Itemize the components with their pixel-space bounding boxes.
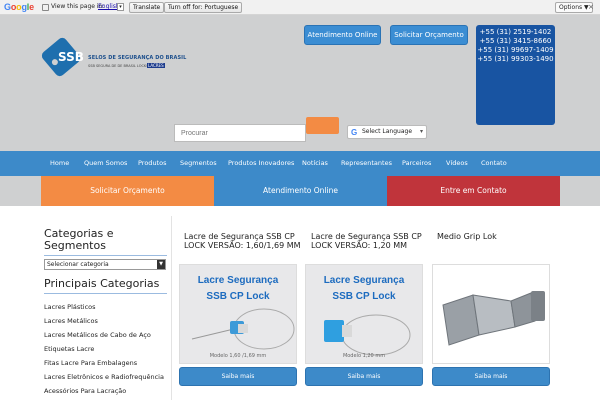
- nav-item-contato[interactable]: Contato: [481, 159, 507, 167]
- category-select-label: Selecionar categoria: [47, 261, 109, 268]
- cable-seal-illustration: [191, 308, 295, 350]
- list-item[interactable]: Acessórios Para Lacração: [44, 387, 167, 395]
- online-service-button[interactable]: Atendimento Online: [304, 25, 381, 45]
- category-list: Lacres Plásticos Lacres Metálicos Lacres…: [44, 303, 167, 395]
- translate-button[interactable]: Translate: [129, 2, 165, 13]
- product-title[interactable]: Lacre de Segurança SSB CP LOCK VERSÃO: 1…: [184, 232, 308, 250]
- image-caption: Modelo 1,20 mm: [342, 353, 386, 359]
- nav-item-noticias[interactable]: Notícias: [302, 159, 328, 167]
- list-item[interactable]: Lacres Plásticos: [44, 303, 167, 311]
- contact-tile[interactable]: Entre em Contato: [387, 176, 560, 206]
- learn-more-button[interactable]: Saiba mais: [305, 367, 423, 386]
- main-nav: Home Quem Somos Produtos Segmentos Produ…: [0, 151, 600, 176]
- image-caption: Modelo 1,60 /1,69 mm: [209, 353, 267, 359]
- product-title[interactable]: Lacre de Segurança SSB CP LOCK VERSÃO: 1…: [311, 232, 435, 250]
- language-select-label: Select Language: [362, 128, 413, 135]
- site-header: SSB SELOS DE SEGURANÇA DO BRASIL SSB SEG…: [0, 15, 600, 151]
- nav-item-videos[interactable]: Vídeos: [446, 159, 468, 167]
- learn-more-button[interactable]: Saiba mais: [179, 367, 297, 386]
- nav-item-parceiros[interactable]: Parceiros: [402, 159, 431, 167]
- list-item[interactable]: Etiquetas Lacre: [44, 345, 167, 353]
- product-image[interactable]: [432, 264, 550, 364]
- category-select[interactable]: Selecionar categoria ▼: [44, 259, 166, 270]
- search-input[interactable]: [174, 124, 306, 142]
- logo-badge: LACRES: [147, 63, 165, 68]
- logo-mark: SSB: [58, 50, 84, 64]
- request-quote-button[interactable]: Solicitar Orçamento: [390, 25, 468, 45]
- categories-heading: Categorias e Segmentos: [44, 227, 114, 252]
- phone-number[interactable]: +55 (31) 99303-1490: [476, 55, 555, 64]
- list-item[interactable]: Lacres Metálicos: [44, 317, 167, 325]
- grip-lock-illustration: [442, 291, 545, 346]
- chevron-down-icon: ▼: [157, 260, 165, 269]
- cable-seal-illustration: [324, 314, 411, 356]
- close-icon[interactable]: ×: [588, 3, 594, 11]
- phone-number[interactable]: +55 (31) 3415-8660: [476, 37, 555, 46]
- phone-box: +55 (31) 2519-1402 +55 (31) 3415-8660 +5…: [476, 25, 555, 125]
- google-g-icon: G: [351, 128, 358, 137]
- product-title[interactable]: Medio Grip Lok: [437, 232, 561, 241]
- phone-number[interactable]: +55 (31) 2519-1402: [476, 28, 555, 37]
- language-select[interactable]: G Select Language ▾: [347, 125, 427, 139]
- nav-item-segmentos[interactable]: Segmentos: [180, 159, 217, 167]
- nav-item-produtos-inovadores[interactable]: Produtos Inovadores: [228, 159, 294, 167]
- main-categories-heading: Principais Categorias: [44, 277, 160, 290]
- learn-more-button[interactable]: Saiba mais: [432, 367, 550, 386]
- product-image[interactable]: Lacre Segurança SSB CP Lock Modelo 1,60 …: [179, 264, 297, 364]
- site-logo[interactable]: SSB SELOS DE SEGURANÇA DO BRASIL SSB SEG…: [39, 35, 186, 80]
- nav-item-quem-somos[interactable]: Quem Somos: [84, 159, 127, 167]
- language-dropdown-icon[interactable]: ▾: [117, 3, 124, 11]
- nav-item-representantes[interactable]: Representantes: [341, 159, 392, 167]
- product-image[interactable]: Lacre Segurança SSB CP Lock Modelo 1,20 …: [305, 264, 423, 364]
- google-logo: Google: [4, 2, 34, 12]
- nav-item-home[interactable]: Home: [50, 159, 69, 167]
- sidebar: Categorias e Segmentos Selecionar catego…: [44, 228, 167, 400]
- list-item[interactable]: Lacres Metálicos de Cabo de Aço: [44, 331, 167, 339]
- turn-off-button[interactable]: Turn off for: Portuguese: [164, 2, 243, 13]
- translate-icon: [42, 4, 49, 11]
- translate-bar: Google View this page in: English ▾ Tran…: [0, 0, 600, 15]
- column-divider: [171, 216, 172, 400]
- logo-title: SELOS DE SEGURANÇA DO BRASIL: [88, 55, 187, 61]
- list-item[interactable]: Lacres Eletrônicos e Radiofrequência: [44, 373, 167, 381]
- list-item[interactable]: Fitas Lacre Para Embalagens: [44, 359, 167, 367]
- chevron-down-icon: ▾: [419, 128, 423, 135]
- search-button[interactable]: [306, 117, 339, 134]
- nav-item-produtos[interactable]: Produtos: [138, 159, 166, 167]
- translate-message: View this page in:: [51, 3, 105, 10]
- phone-number[interactable]: +55 (31) 99697-1409: [476, 46, 555, 55]
- divider: [44, 293, 167, 294]
- online-service-tile[interactable]: Atendimento Online: [214, 176, 387, 206]
- logo-subtitle: SSB SEGURA DE DE BRASIL LOCKS: [88, 64, 149, 68]
- divider: [44, 255, 167, 256]
- quote-tile[interactable]: Solicitar Orçamento: [41, 176, 214, 206]
